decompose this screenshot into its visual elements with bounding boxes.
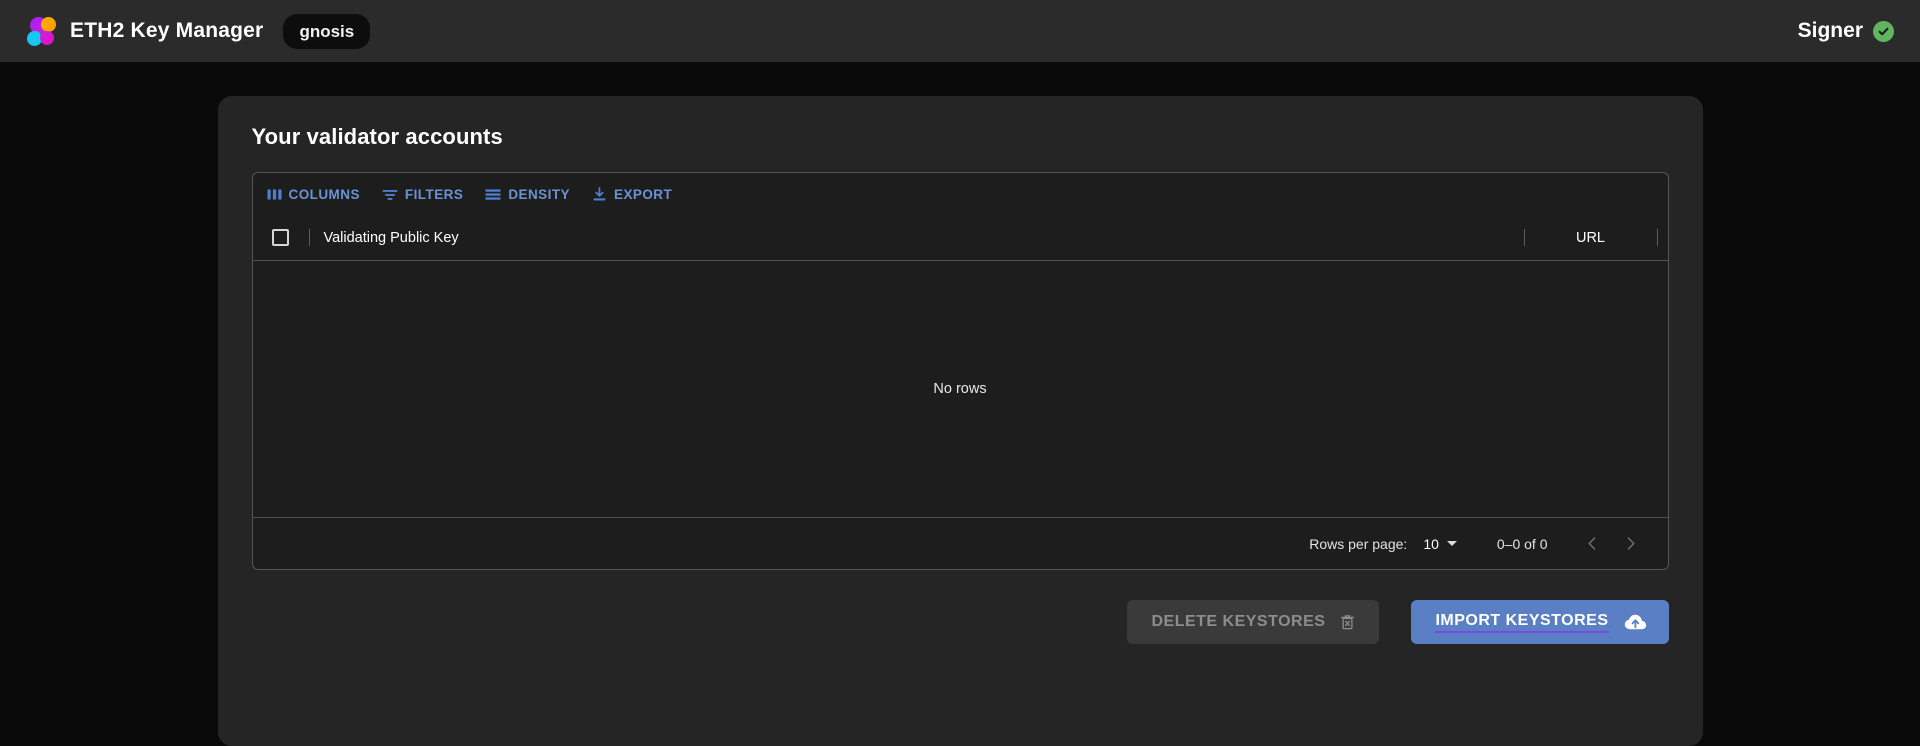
signer-status: Signer bbox=[1798, 19, 1894, 43]
filters-label: FILTERS bbox=[404, 186, 464, 202]
card-actions: DELETE KEYSTORES IMPORT KEYSTORES bbox=[252, 600, 1669, 644]
cloud-upload-icon bbox=[1624, 614, 1647, 631]
export-label: EXPORT bbox=[613, 186, 673, 202]
page-body: Your validator accounts COLUMNS FILTERS … bbox=[0, 62, 1920, 746]
columns-icon bbox=[267, 187, 282, 202]
validator-accounts-card: Your validator accounts COLUMNS FILTERS … bbox=[217, 96, 1703, 746]
export-button[interactable]: EXPORT bbox=[583, 181, 681, 208]
column-separator[interactable] bbox=[1656, 229, 1658, 246]
filter-icon bbox=[382, 187, 398, 202]
column-header-public-key[interactable]: Validating Public Key bbox=[310, 230, 1524, 246]
app-title: ETH2 Key Manager bbox=[70, 19, 264, 42]
rows-per-page-select[interactable]: 10 bbox=[1423, 536, 1457, 552]
network-badge[interactable]: gnosis bbox=[283, 13, 371, 49]
density-button[interactable]: DENSITY bbox=[476, 181, 579, 208]
delete-keystores-button[interactable]: DELETE KEYSTORES bbox=[1127, 600, 1380, 644]
empty-state-message: No rows bbox=[933, 381, 987, 397]
export-icon bbox=[592, 186, 607, 202]
next-page-button[interactable] bbox=[1612, 525, 1650, 563]
previous-page-button[interactable] bbox=[1574, 525, 1612, 563]
app-bar: ETH2 Key Manager gnosis Signer bbox=[0, 0, 1920, 62]
chevron-right-icon bbox=[1623, 536, 1638, 551]
column-header-url[interactable]: URL bbox=[1525, 230, 1657, 246]
grid-header-row: Validating Public Key URL bbox=[252, 215, 1668, 261]
grid-toolbar: COLUMNS FILTERS DENSITY EXPORT bbox=[253, 173, 1668, 215]
pagination-range-label: 0–0 of 0 bbox=[1496, 535, 1548, 552]
import-keystores-label: IMPORT KEYSTORES bbox=[1435, 612, 1609, 633]
check-circle-icon bbox=[1873, 20, 1894, 42]
page-title: Your validator accounts bbox=[251, 124, 503, 149]
rows-per-page-label: Rows per page: bbox=[1309, 535, 1408, 552]
columns-button[interactable]: COLUMNS bbox=[258, 181, 369, 208]
brand: ETH2 Key Manager bbox=[26, 16, 263, 46]
trash-icon bbox=[1340, 614, 1355, 630]
density-label: DENSITY bbox=[508, 186, 570, 202]
signer-label: Signer bbox=[1797, 19, 1863, 42]
filters-button[interactable]: FILTERS bbox=[373, 181, 472, 208]
select-all-cell bbox=[253, 229, 309, 246]
chevron-down-icon bbox=[1446, 541, 1457, 546]
validators-data-grid: COLUMNS FILTERS DENSITY EXPORT Validatin… bbox=[251, 172, 1669, 570]
rows-per-page-value: 10 bbox=[1423, 535, 1439, 552]
grid-pagination-footer: Rows per page: 10 0–0 of 0 bbox=[252, 517, 1668, 569]
chevron-left-icon bbox=[1585, 536, 1600, 551]
delete-keystores-label: DELETE KEYSTORES bbox=[1151, 613, 1326, 630]
select-all-checkbox[interactable] bbox=[272, 229, 289, 246]
grid-body: No rows bbox=[252, 261, 1668, 517]
columns-label: COLUMNS bbox=[288, 186, 360, 202]
import-keystores-button[interactable]: IMPORT KEYSTORES bbox=[1411, 600, 1669, 644]
density-icon bbox=[485, 187, 501, 202]
eth2-keymanager-logo-icon bbox=[26, 16, 56, 46]
